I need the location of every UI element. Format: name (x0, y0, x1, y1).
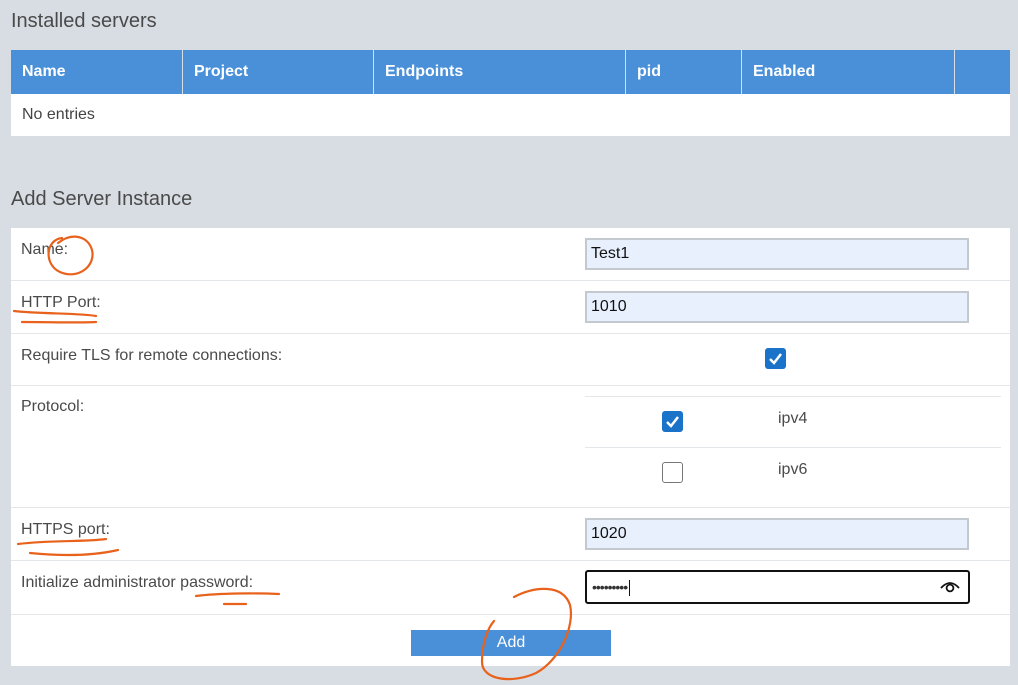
add-server-form: Name: Test1 HTTP Port: 1010 Require TLS … (11, 228, 1010, 666)
column-header-name[interactable]: Name (11, 50, 183, 94)
http-port-label: HTTP Port: (21, 294, 101, 311)
checkmark-icon (769, 353, 782, 365)
https-port-field[interactable]: 1020 (585, 518, 969, 550)
ipv6-checkbox[interactable] (662, 462, 683, 483)
password-field[interactable]: ••••••••• (585, 570, 970, 604)
servers-table: Name Project Endpoints pid Enabled No en… (11, 50, 1010, 136)
tls-row: Require TLS for remote connections: (11, 334, 1010, 386)
add-button[interactable]: Add (411, 630, 611, 656)
protocol-option-ipv6: ipv6 (585, 447, 1001, 498)
protocol-option-ipv4: ipv4 (585, 396, 1001, 447)
https-port-label: HTTPS port: (21, 521, 110, 538)
password-masked-value: ••••••••• (592, 579, 628, 595)
eye-icon[interactable] (940, 580, 960, 594)
tls-label: Require TLS for remote connections: (21, 347, 283, 364)
column-header-endpoints[interactable]: Endpoints (374, 50, 626, 94)
protocol-label: Protocol: (21, 398, 85, 415)
column-header-actions (955, 50, 1010, 94)
http-port-field[interactable]: 1010 (585, 291, 969, 323)
password-row: Initialize administrator password: •••••… (11, 561, 1010, 615)
checkmark-icon (666, 416, 679, 428)
no-entries-text: No entries (22, 106, 95, 123)
servers-table-header: Name Project Endpoints pid Enabled (11, 50, 1010, 94)
password-label: Initialize administrator password: (21, 574, 254, 591)
name-label: Name: (21, 241, 69, 258)
http-port-row: HTTP Port: 1010 (11, 281, 1010, 334)
tls-checkbox[interactable] (765, 348, 786, 369)
installed-servers-title: Installed servers (11, 10, 157, 32)
name-row: Name: Test1 (11, 228, 1010, 281)
ipv4-checkbox[interactable] (662, 411, 683, 432)
column-header-project[interactable]: Project (183, 50, 374, 94)
https-port-row: HTTPS port: 1020 (11, 508, 1010, 561)
name-field[interactable]: Test1 (585, 238, 969, 270)
text-caret (629, 580, 631, 597)
protocol-row: Protocol: ipv4 ipv6 (11, 386, 1010, 508)
ipv4-label: ipv4 (778, 410, 808, 427)
ipv6-label: ipv6 (778, 461, 808, 478)
add-server-instance-title: Add Server Instance (11, 188, 193, 210)
column-header-pid[interactable]: pid (626, 50, 742, 94)
column-header-enabled[interactable]: Enabled (742, 50, 955, 94)
